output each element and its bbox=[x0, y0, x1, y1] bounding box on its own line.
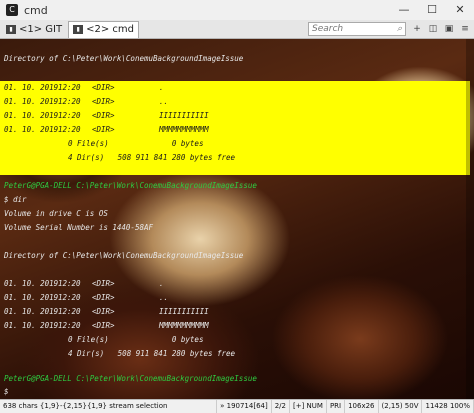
status-size[interactable]: 106x26 bbox=[345, 400, 379, 413]
dir-header: Directory of C:\Peter\Work\ConemuBackgro… bbox=[4, 251, 244, 260]
status-page[interactable]: 2/2 bbox=[272, 400, 290, 413]
dir-entry: 01. 10. 2019 12:20 <DIR> MMMMMMMMMMM bbox=[4, 321, 209, 330]
window-title: cmd bbox=[24, 3, 48, 17]
command-line: $ dir bbox=[4, 195, 27, 204]
serial-line: Volume Serial Number is 1440-58AF bbox=[4, 223, 154, 232]
tab-bar: ▮ <1> GIT ▮ <2> cmd Search ⌕ + ◫ ▣ ≡ bbox=[0, 20, 474, 39]
tab-label: <2> cmd bbox=[86, 24, 134, 35]
close-button[interactable]: ✕ bbox=[446, 0, 474, 20]
prompt-line: PeterG@PGA-DELL C:\Peter\Work\ConemuBack… bbox=[4, 374, 257, 383]
plus-icon[interactable]: + bbox=[410, 24, 424, 34]
search-input[interactable]: Search ⌕ bbox=[308, 22, 406, 36]
status-selection: 638 chars {1,9}-{2,15}{1,9} stream selec… bbox=[0, 400, 218, 413]
status-bar: 638 chars {1,9}-{2,15}{1,9} stream selec… bbox=[0, 399, 474, 413]
dir-entry: 01. 10. 2019 12:20 <DIR> IIIIIIIIIII bbox=[4, 111, 209, 120]
dir-entry: 01. 10. 2019 12:20 <DIR> .. bbox=[4, 293, 169, 302]
status-priority[interactable]: PRI bbox=[327, 400, 346, 413]
dir-entry: 01. 10. 2019 12:20 <DIR> MMMMMMMMMMM bbox=[4, 125, 209, 134]
files-summary: 0 File(s) 0 bytes bbox=[68, 139, 204, 148]
lock-icon[interactable]: ▣ bbox=[442, 24, 456, 34]
title-bar: C cmd — ☐ ✕ bbox=[0, 0, 474, 20]
status-pid[interactable]: 11428 100% bbox=[422, 400, 474, 413]
console-app-icon[interactable]: C bbox=[6, 4, 18, 16]
files-summary: 0 File(s) 0 bytes bbox=[68, 335, 204, 344]
minimize-button[interactable]: — bbox=[390, 0, 418, 20]
dir-header: Directory of C:\Peter\Work\ConemuBackgro… bbox=[4, 54, 244, 63]
search-icon: ⌕ bbox=[396, 24, 402, 34]
dir-entry: 01. 10. 2019 12:20 <DIR> .. bbox=[4, 97, 169, 106]
tab-git[interactable]: ▮ <1> GIT bbox=[2, 21, 66, 37]
dirs-summary: 4 Dir(s) 508 911 841 280 bytes free bbox=[68, 153, 236, 162]
tab-cmd[interactable]: ▮ <2> cmd bbox=[68, 20, 139, 38]
maximize-button[interactable]: ☐ bbox=[418, 0, 446, 20]
console-area[interactable]: Directory of C:\Peter\Work\ConemuBackgro… bbox=[0, 39, 474, 399]
menu-icon[interactable]: ≡ bbox=[458, 24, 472, 34]
search-placeholder: Search bbox=[312, 24, 344, 34]
dirs-summary: 4 Dir(s) 508 911 841 280 bytes free bbox=[68, 349, 236, 358]
cursor-prompt: $ bbox=[4, 387, 9, 396]
status-cursor[interactable]: (2,15) 50V bbox=[379, 400, 423, 413]
dir-entry: 01. 10. 2019 12:20 <DIR> IIIIIIIIIII bbox=[4, 307, 209, 316]
console-scrollbar[interactable] bbox=[466, 39, 474, 399]
status-position[interactable]: » 190714[64] bbox=[217, 400, 272, 413]
prompt-line: PeterG@PGA-DELL C:\Peter\Work\ConemuBack… bbox=[4, 181, 257, 190]
status-insert[interactable]: [+] NUM bbox=[290, 400, 327, 413]
volume-line: Volume in drive C is OS bbox=[4, 209, 108, 218]
cmd-tab-icon: ▮ bbox=[73, 25, 84, 34]
split-icon[interactable]: ◫ bbox=[426, 24, 440, 34]
tab-label: <1> GIT bbox=[19, 23, 63, 35]
dir-entry: 01. 10. 2019 12:20 <DIR> . bbox=[4, 83, 164, 92]
dir-entry: 01. 10. 2019 12:20 <DIR> . bbox=[4, 279, 164, 288]
git-tab-icon: ▮ bbox=[6, 24, 16, 34]
